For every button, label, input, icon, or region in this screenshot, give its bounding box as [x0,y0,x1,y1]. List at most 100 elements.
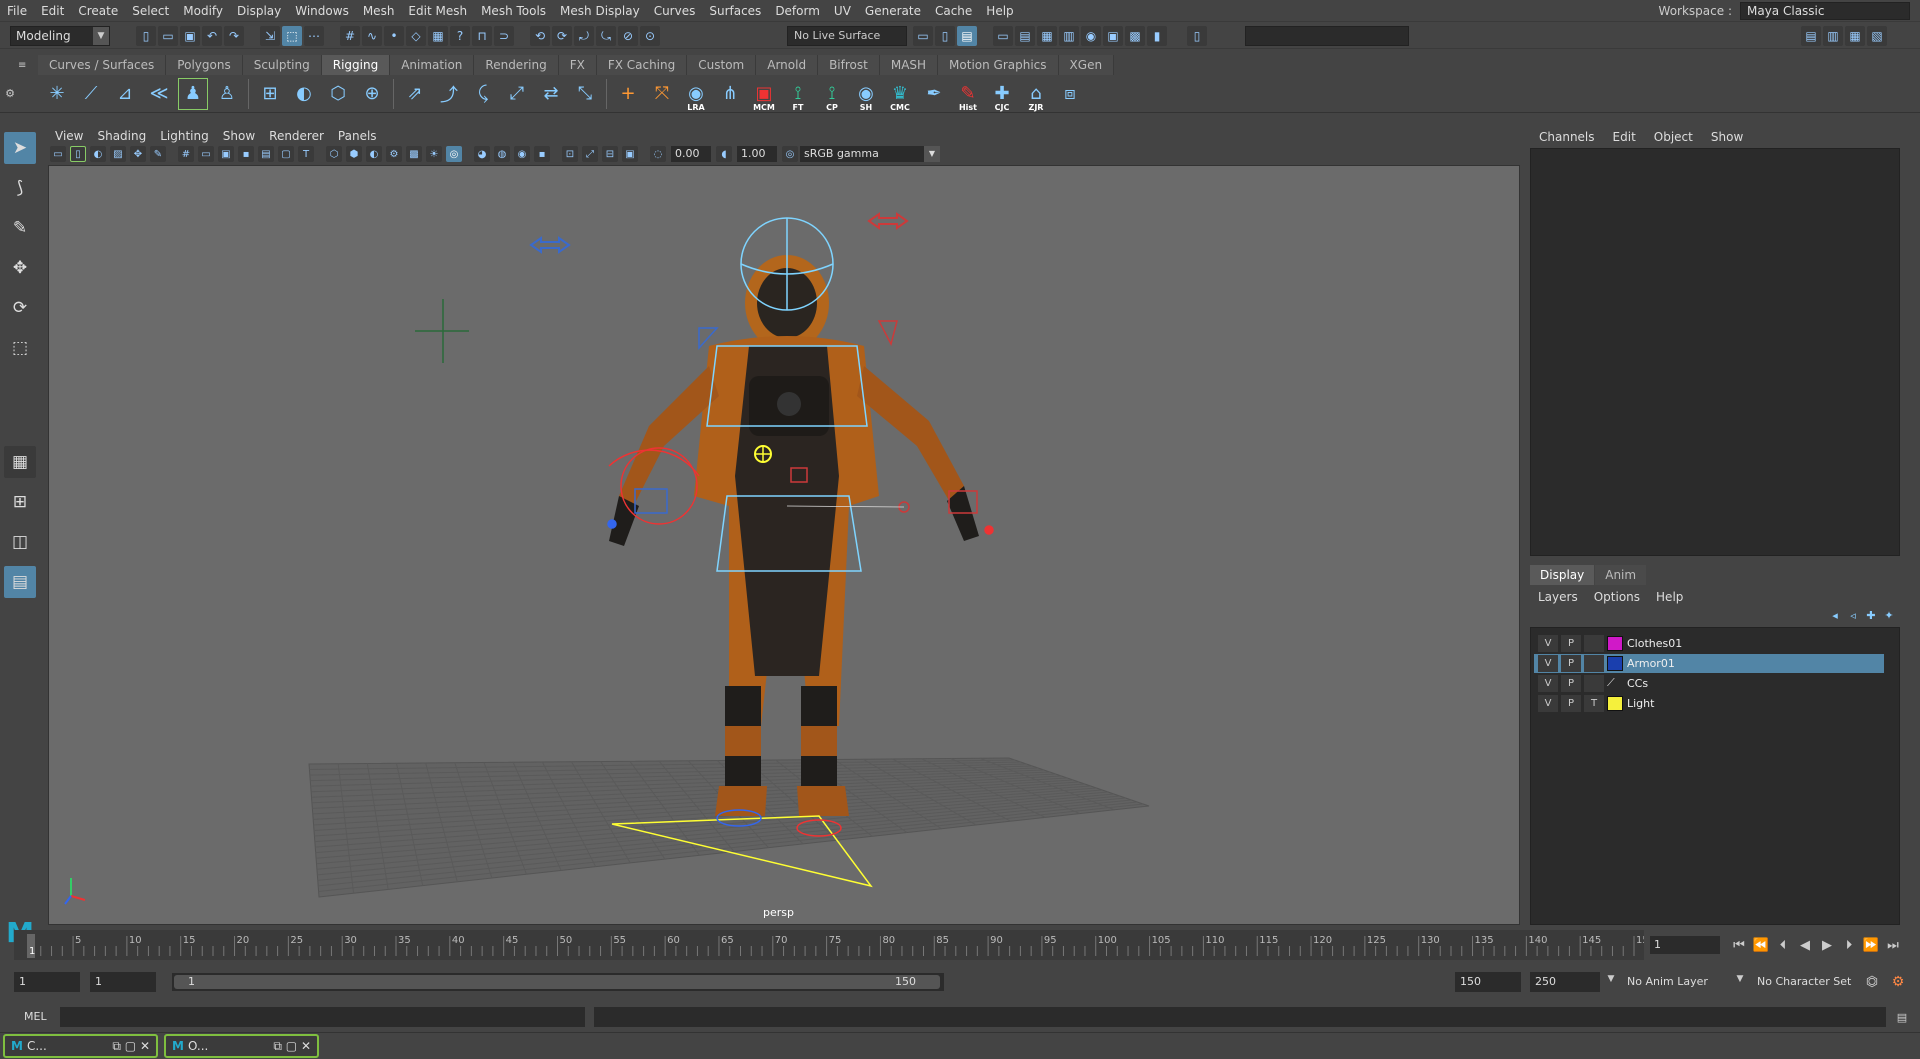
channel-box-toggle-icon[interactable]: ▧ [1867,26,1887,46]
wireframe-on-shaded-icon[interactable]: ◐ [366,146,382,162]
shelf-tab-curves-surfaces[interactable]: Curves / Surfaces [38,55,167,75]
layer-name[interactable]: Clothes01 [1627,637,1682,650]
menu-modify[interactable]: Modify [176,0,230,22]
script-editor-icon[interactable]: ▤ [1892,1008,1912,1026]
new-scene-icon[interactable]: ▯ [136,26,156,46]
select-hierarchy-icon[interactable]: ⇲ [260,26,280,46]
menu-curves[interactable]: Curves [647,0,703,22]
minimized-window[interactable]: M C... ⧉ ▢ ✕ [3,1034,158,1058]
create-joints-icon[interactable]: ✳ [42,78,72,110]
cmc-button[interactable]: ♛ CMC [885,78,915,112]
channel-box-menu-show[interactable]: Show [1702,130,1752,144]
locator-icon[interactable]: + [613,78,643,110]
layer-row[interactable]: V P T Light [1534,694,1884,713]
rotate-tool-icon[interactable]: ⟳ [4,292,36,324]
menu-uv[interactable]: UV [827,0,858,22]
ik-spline-icon[interactable]: ≪ [144,78,174,110]
isolate-select-icon[interactable]: ⊡ [562,146,578,162]
snap-help-icon[interactable]: ? [450,26,470,46]
channel-box-menu-channels[interactable]: Channels [1530,130,1604,144]
character-set-dropdown[interactable]: No Character Set [1752,972,1860,992]
layer-visibility-toggle[interactable]: V [1538,635,1558,652]
layer-color-swatch[interactable] [1607,656,1623,671]
layer-color-swatch[interactable] [1607,636,1623,651]
menu-file[interactable]: File [0,0,34,22]
render-region-icon[interactable]: ▭ [913,26,933,46]
grid-icon[interactable]: # [178,146,194,162]
paint-weights-icon[interactable]: ◐ [289,78,319,110]
xray-icon[interactable]: ◎ [446,146,462,162]
menu-create[interactable]: Create [71,0,125,22]
character-controls-icon[interactable]: ▮ [1147,26,1167,46]
menu-mesh-tools[interactable]: Mesh Tools [474,0,553,22]
two-view-icon[interactable]: ◫ [4,526,36,558]
layer-row[interactable]: V P Clothes01 [1534,634,1884,653]
layer-row[interactable]: V P ⟋ CCs [1534,674,1884,693]
save-scene-icon[interactable]: ▣ [180,26,200,46]
range-bar[interactable]: 1 150 [172,973,944,991]
layer-color-swatch[interactable] [1607,696,1623,711]
menu-generate[interactable]: Generate [858,0,928,22]
safe-action-icon[interactable]: ▢ [278,146,294,162]
step-back-frame-icon[interactable]: ⏴ [1772,934,1794,956]
step-back-key-icon[interactable]: ⏪ [1750,934,1772,956]
motion-blur-icon[interactable]: ◉ [514,146,530,162]
wireframe-icon[interactable]: ⬡ [326,146,342,162]
image-plane-icon[interactable]: ▨ [110,146,126,162]
field-chart-icon[interactable]: ▤ [258,146,274,162]
script-language-label[interactable]: MEL [24,1010,47,1023]
layer-playback-toggle[interactable]: P [1561,695,1581,712]
exposure-field[interactable]: 0.00 [671,146,711,162]
hypershade-icon[interactable]: ◉ [1081,26,1101,46]
ft-button[interactable]: ⟟ FT [783,78,813,112]
undo-icon[interactable]: ↶ [202,26,222,46]
cluster-icon[interactable]: ⊕ [357,78,387,110]
shelf-tab-mash[interactable]: MASH [879,55,939,75]
command-input[interactable] [60,1007,585,1027]
move-layer-down-icon[interactable]: ◃ [1844,607,1862,623]
gamma-icon[interactable]: ◖ [716,146,732,162]
workspace-selector[interactable]: Workspace : Maya Classic [1659,2,1910,20]
snap-grid-icon[interactable]: # [340,26,360,46]
viewport-menu-view[interactable]: View [48,129,90,143]
new-empty-layer-icon[interactable]: ✚ [1862,607,1880,623]
checker-icon[interactable]: ▩ [406,146,422,162]
scale-tool-icon[interactable]: ⬚ [4,332,36,364]
pivot-icon[interactable]: ⊙ [640,26,660,46]
shelf-options-icon[interactable]: ⚙ [0,87,20,100]
shelf-tab-fx-caching[interactable]: FX Caching [596,55,688,75]
layer-tab-anim[interactable]: Anim [1595,565,1647,585]
layer-playback-toggle[interactable]: P [1561,635,1581,652]
open-scene-icon[interactable]: ▭ [158,26,178,46]
layer-color-swatch[interactable]: ⟋ [1607,676,1623,691]
render-frame-icon[interactable]: ▯ [935,26,955,46]
move-tool-icon[interactable]: ✥ [4,252,36,284]
lights-icon[interactable]: ☀ [426,146,442,162]
smooth-shade-icon[interactable]: ⬢ [346,146,362,162]
time-slider[interactable]: 5 10 15 20 25 30 35 40 45 50 55 60 65 70 75 80 85 90 95 100… [14,930,1655,960]
attribute-editor-toggle-icon[interactable]: ▥ [1823,26,1843,46]
lasso-tool-icon[interactable]: ⟆ [4,172,36,204]
shelf-tab-rigging[interactable]: Rigging [321,55,391,75]
step-forward-frame-icon[interactable]: ⏵ [1838,934,1860,956]
status-input-field[interactable] [1245,26,1409,46]
playback-start-field[interactable]: 1 [90,972,156,992]
resolution-gate-icon[interactable]: ▣ [218,146,234,162]
animation-start-field[interactable]: 1 [14,972,80,992]
hist-button[interactable]: ✎ Hist [953,78,983,112]
layer-visibility-toggle[interactable]: V [1538,695,1558,712]
camera-select-icon[interactable]: ▭ [50,146,66,162]
menu-display[interactable]: Display [230,0,288,22]
construction-icon[interactable]: ⤿ [596,26,616,46]
split-view-icon[interactable]: ⧈ [1055,78,1085,110]
outliner-layout-icon[interactable]: ▤ [4,566,36,598]
sh-button[interactable]: ◉ SH [851,78,881,112]
channel-box-body[interactable] [1530,148,1900,556]
hud-icon[interactable]: ▣ [622,146,638,162]
layer-playback-toggle[interactable]: P [1561,655,1581,672]
sidebar-toggle-icon[interactable]: ▯ [1187,26,1207,46]
layer-menu-options[interactable]: Options [1586,590,1648,604]
ipr-render-icon[interactable]: ▦ [1037,26,1057,46]
redo-icon[interactable]: ↷ [224,26,244,46]
select-tool-icon[interactable]: ➤ [4,132,36,164]
